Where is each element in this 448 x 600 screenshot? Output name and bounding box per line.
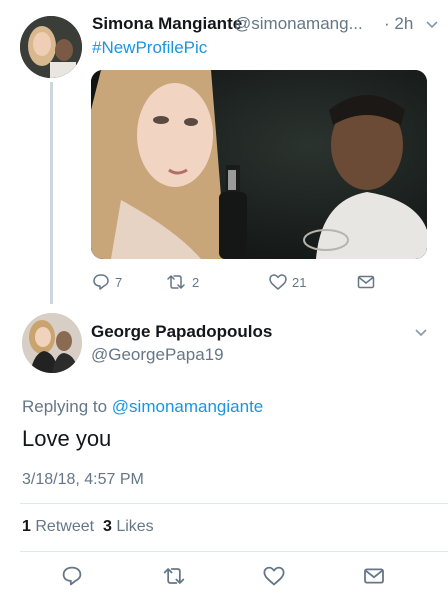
retweet-icon	[163, 568, 185, 584]
retweet-count: 2	[192, 274, 200, 290]
chevron-down-icon[interactable]	[414, 325, 428, 339]
reply-count: 7	[115, 274, 123, 290]
direct-message-button[interactable]	[356, 272, 376, 292]
retweet-button[interactable]: 2	[164, 272, 199, 292]
author-name[interactable]: George Papadopoulos	[91, 322, 272, 342]
reply-icon	[93, 274, 109, 290]
reply-button[interactable]	[60, 564, 84, 588]
direct-message-button[interactable]	[362, 564, 386, 588]
replying-to-prefix: Replying to	[22, 397, 108, 416]
divider	[20, 551, 448, 552]
envelope-icon	[357, 275, 375, 289]
envelope-icon	[364, 568, 384, 584]
chevron-down-icon[interactable]	[425, 17, 439, 31]
replying-to: Replying to @simonamangiante	[22, 397, 263, 417]
avatar[interactable]	[22, 313, 82, 373]
retweet-stat[interactable]: 1 Retweet	[22, 518, 94, 535]
tweet-time[interactable]: · 2h	[384, 14, 413, 34]
retweet-icon	[167, 275, 185, 289]
reply-button[interactable]: 7	[91, 272, 122, 292]
thread-line	[50, 82, 53, 304]
like-stat[interactable]: 3 Likes	[103, 518, 154, 535]
author-handle[interactable]: @simonamang...	[234, 14, 363, 34]
divider	[20, 503, 448, 504]
heart-icon	[263, 566, 285, 586]
heart-icon	[269, 274, 287, 290]
tweet-text: Love you	[22, 426, 112, 451]
engagement-stats: 1 Retweet 3 Likes	[22, 518, 154, 536]
avatar-photo	[20, 16, 82, 78]
like-button[interactable]	[262, 564, 286, 588]
avatar[interactable]	[20, 16, 82, 78]
tweet-photo[interactable]	[91, 70, 427, 259]
like-button[interactable]: 21	[268, 272, 306, 292]
hashtag-link[interactable]: #NewProfilePic	[92, 38, 207, 58]
reply-icon	[62, 566, 82, 586]
photo-image	[91, 70, 427, 259]
mention-link[interactable]: @simonamangiante	[112, 397, 263, 416]
tweet-timestamp[interactable]: 3/18/18, 4:57 PM	[22, 471, 144, 489]
author-name[interactable]: Simona Mangiante	[92, 14, 242, 34]
retweet-button[interactable]	[160, 564, 188, 588]
like-count: 21	[292, 274, 307, 290]
author-handle[interactable]: @GeorgePapa19	[91, 345, 224, 365]
avatar-photo	[22, 313, 82, 373]
